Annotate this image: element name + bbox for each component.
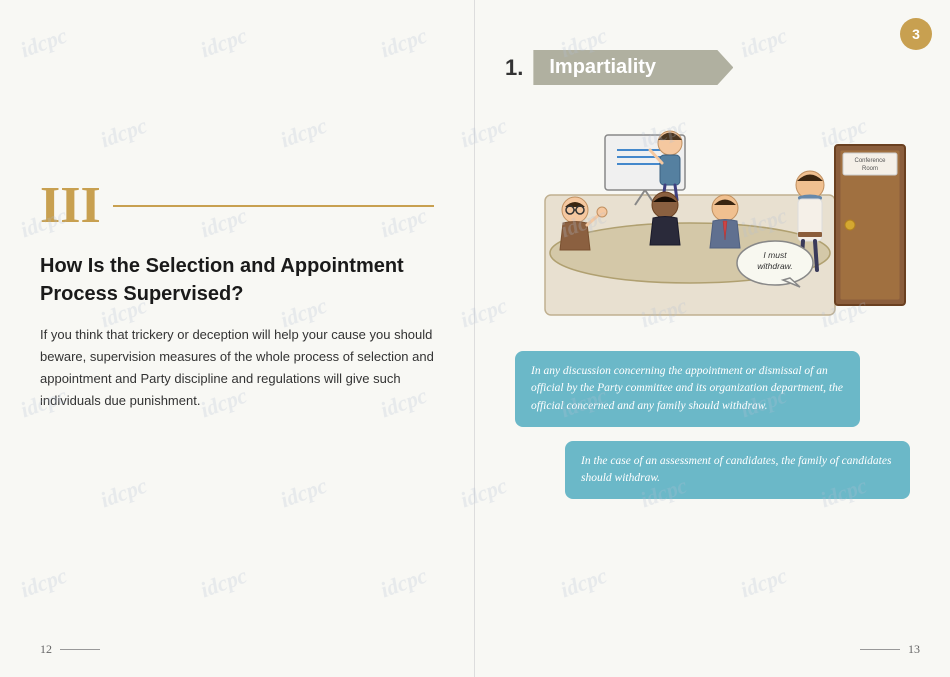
illustration-container: Conference Room I must withdra — [505, 105, 920, 335]
title-text: Impartiality — [549, 56, 656, 78]
left-page: III How Is the Selection and Appointment… — [0, 0, 475, 677]
svg-text:Room: Room — [862, 166, 878, 172]
svg-text:withdraw.: withdraw. — [757, 261, 792, 271]
svg-text:I must: I must — [763, 250, 787, 260]
right-page: 3 1. Impartiality — [475, 0, 950, 677]
title-number: 1. — [505, 55, 523, 81]
page-badge: 3 — [900, 18, 932, 50]
section-heading: How Is the Selection and AppointmentProc… — [40, 252, 434, 308]
section-body: If you think that trickery or deception … — [40, 324, 434, 412]
page-container: III How Is the Selection and Appointment… — [0, 0, 950, 677]
info-box-2: In the case of an assessment of candidat… — [565, 441, 910, 500]
info-box-1: In any discussion concerning the appoint… — [515, 351, 860, 427]
title-text-wrapper: Impartiality — [533, 50, 733, 85]
roman-numeral: III — [40, 180, 101, 232]
svg-text:Conference: Conference — [854, 158, 886, 164]
roman-section: III — [40, 180, 434, 232]
illustration-svg: Conference Room I must withdra — [505, 105, 920, 335]
roman-line — [113, 205, 434, 207]
page-number-right: 13 — [860, 642, 920, 657]
page-number-left: 12 — [40, 642, 100, 657]
impartiality-title-row: 1. Impartiality — [505, 50, 920, 85]
